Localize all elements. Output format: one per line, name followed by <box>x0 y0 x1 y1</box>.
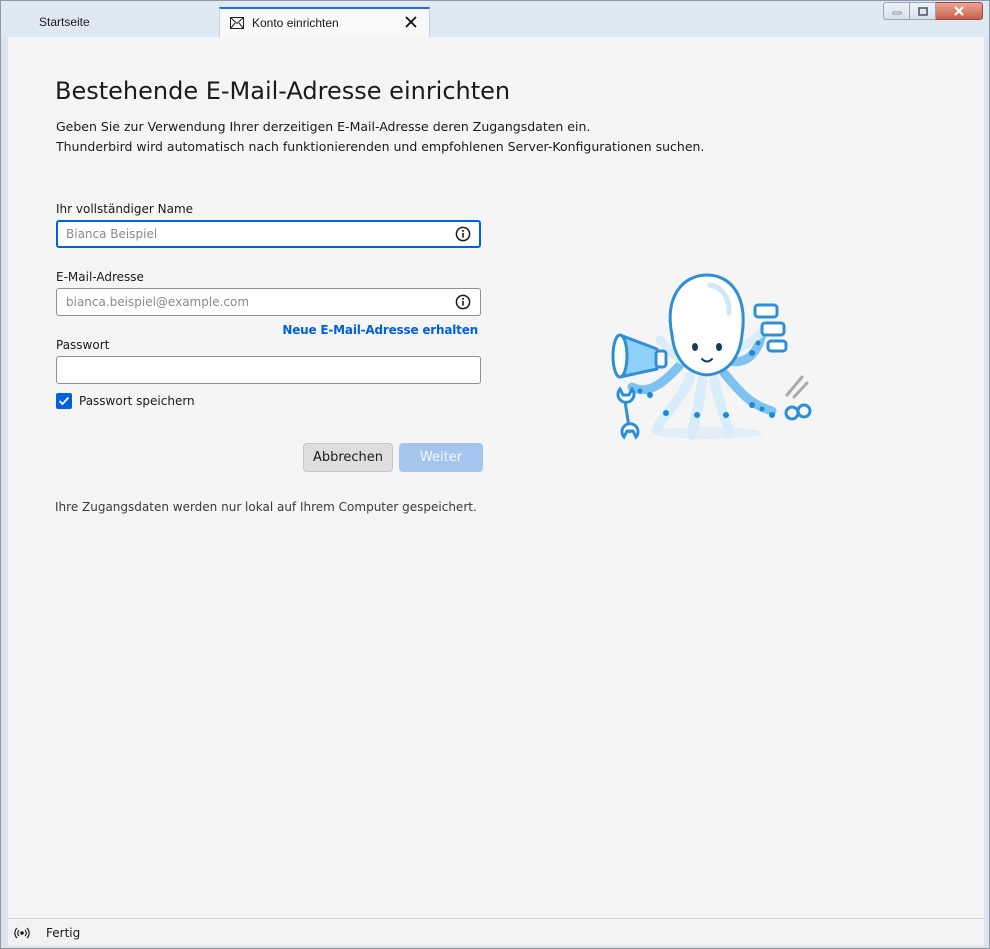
cancel-button[interactable]: Abbrechen <box>303 443 393 472</box>
tab-startseite[interactable]: Startseite <box>29 7 219 37</box>
mail-icon <box>230 17 244 29</box>
name-field[interactable] <box>56 220 481 248</box>
description-line: Geben Sie zur Verwendung Ihrer derzeitig… <box>56 119 591 134</box>
tab-label: Konto einrichten <box>252 16 339 30</box>
info-icon[interactable] <box>455 226 471 242</box>
close-icon <box>954 6 964 16</box>
title-bar: Startseite Konto einrichten <box>1 1 989 37</box>
tab-konto-einrichten[interactable]: Konto einrichten <box>219 7 430 37</box>
name-label: Ihr vollständiger Name <box>56 202 194 216</box>
password-field[interactable] <box>56 356 481 384</box>
email-field[interactable] <box>56 288 481 316</box>
close-window-button[interactable] <box>936 2 983 20</box>
maximize-button[interactable] <box>910 2 936 20</box>
minimize-icon <box>892 11 901 15</box>
privacy-note: Ihre Zugangsdaten werden nur lokal auf I… <box>55 500 477 514</box>
maximize-icon <box>917 6 928 16</box>
minimize-button[interactable] <box>883 2 910 20</box>
password-label: Passwort <box>56 338 110 352</box>
app-window: Startseite Konto einrichten Bestehende E… <box>0 0 990 949</box>
remember-password-label: Passwort speichern <box>79 394 195 408</box>
email-label: E-Mail-Adresse <box>56 270 144 284</box>
online-icon <box>14 927 30 938</box>
remember-password-row[interactable]: Passwort speichern <box>56 393 195 409</box>
close-icon[interactable] <box>403 15 419 31</box>
account-setup-page: Bestehende E-Mail-Adresse einrichten Geb… <box>8 37 984 918</box>
description-line: Thunderbird wird automatisch nach funkti… <box>56 139 705 154</box>
window-controls <box>883 2 983 20</box>
tab-label: Startseite <box>39 15 90 29</box>
info-icon[interactable] <box>455 294 471 310</box>
status-bar: Fertig <box>8 918 984 946</box>
next-button[interactable]: Weiter <box>399 443 483 472</box>
page-title: Bestehende E-Mail-Adresse einrichten <box>55 77 511 105</box>
remember-password-checkbox[interactable] <box>56 393 72 409</box>
status-text: Fertig <box>46 925 81 940</box>
page-description: Geben Sie zur Verwendung Ihrer derzeitig… <box>56 117 704 157</box>
checkmark-icon <box>58 396 70 406</box>
new-email-link[interactable]: Neue E-Mail-Adresse erhalten <box>282 323 478 337</box>
octopus-mascot-icon <box>611 273 812 440</box>
